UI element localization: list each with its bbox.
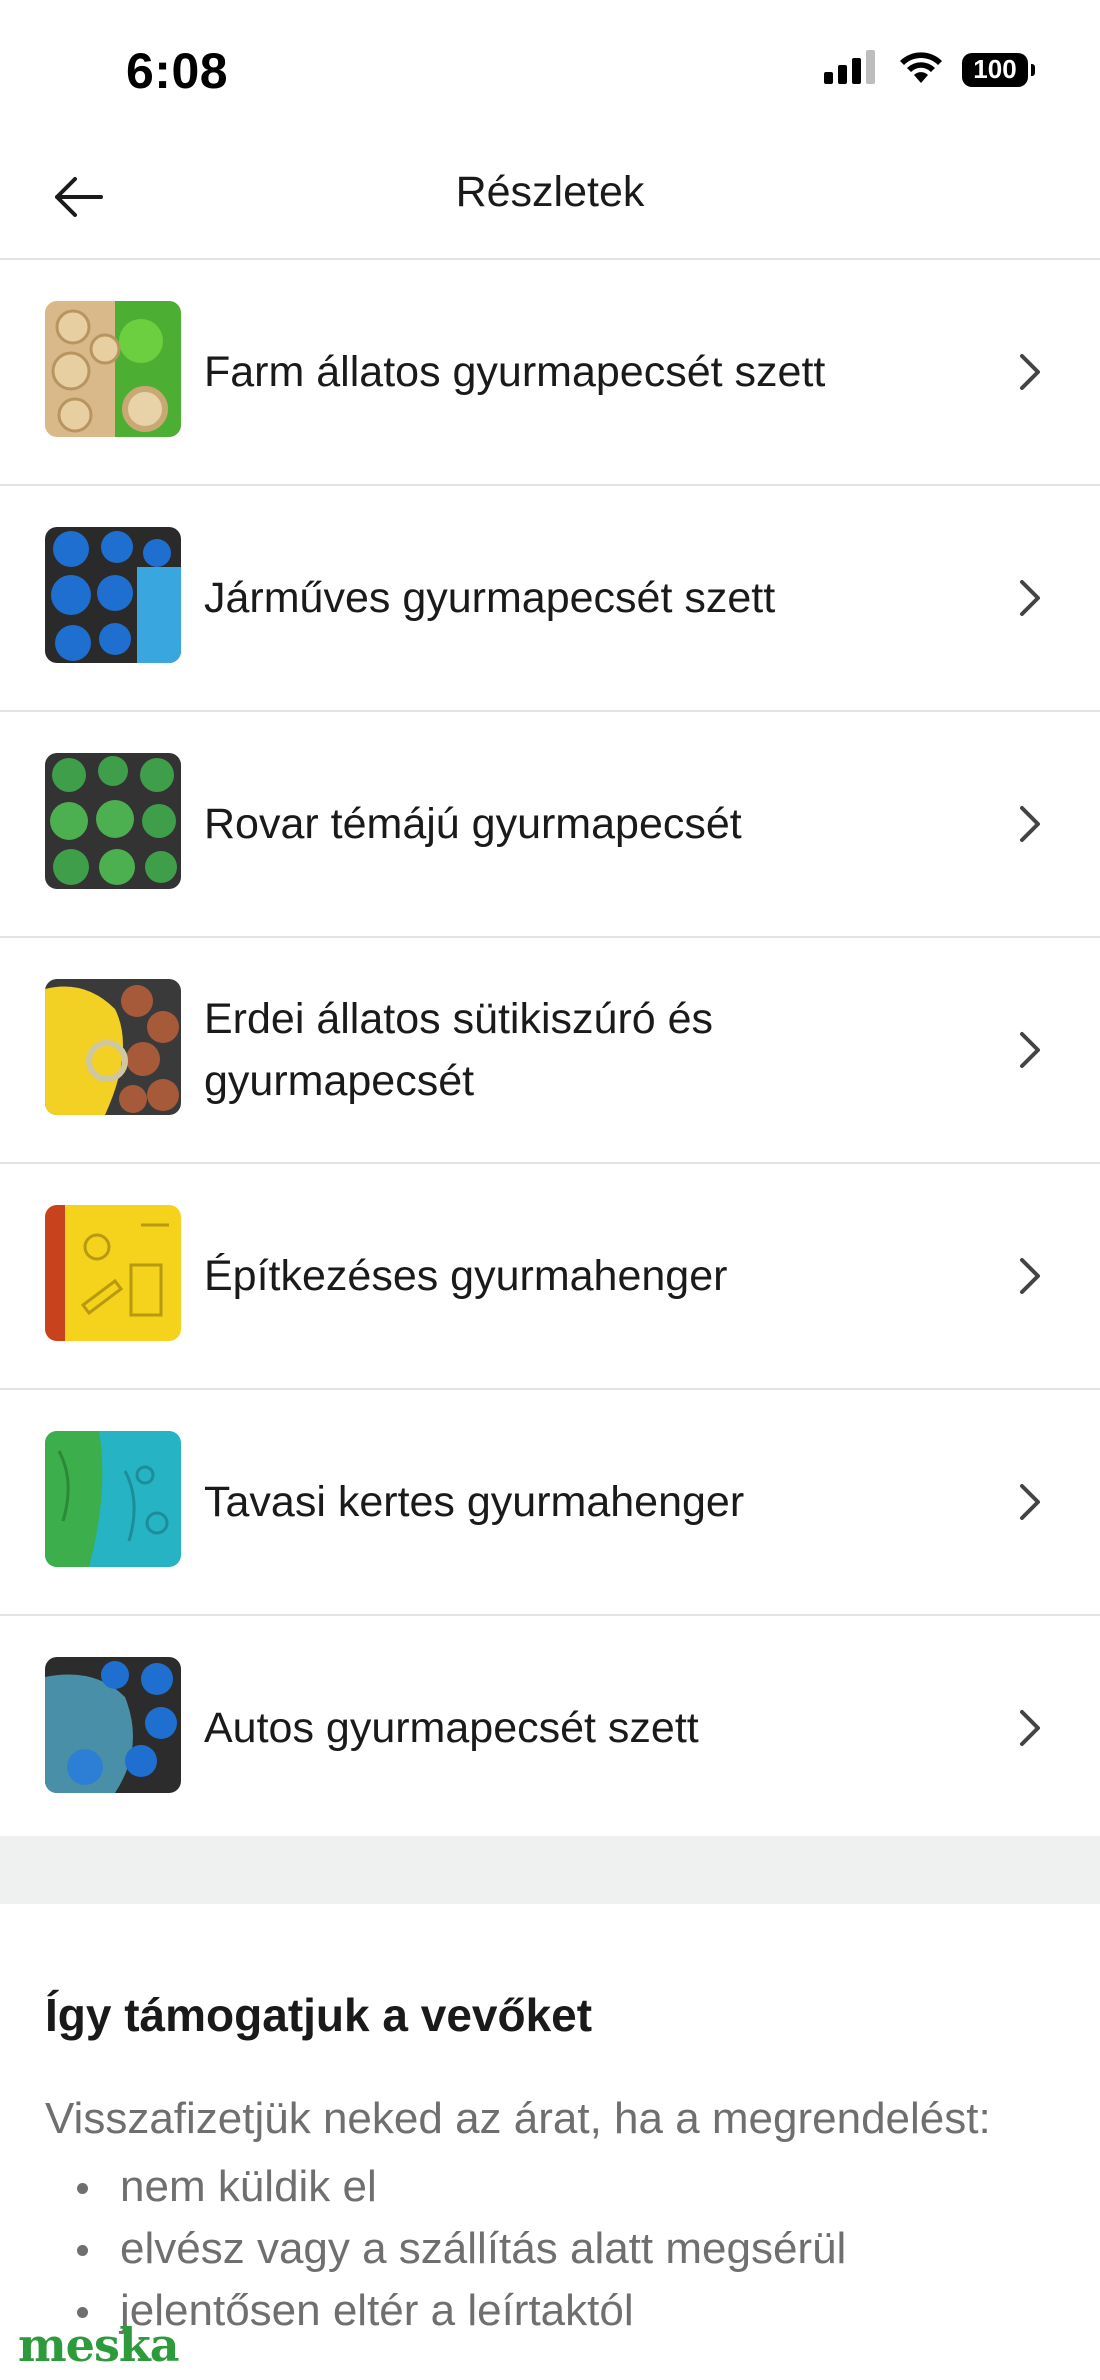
chevron-right-icon [1012,1706,1048,1750]
meska-watermark-logo: meska [18,2318,180,2372]
header: Részletek [0,140,1100,260]
list-item[interactable]: Rovar témájú gyurmapecsét [0,712,1100,938]
page-title: Részletek [455,168,645,216]
list-item[interactable]: Erdei állatos sütikiszúró és gyurmapecsé… [0,938,1100,1164]
list-item[interactable]: Autos gyurmapecsét szett [0,1616,1100,1842]
list-item[interactable]: Tavasi kertes gyurmahenger [0,1390,1100,1616]
bullet-item: nem küldik el [45,2156,846,2218]
product-thumbnail [45,1431,181,1567]
product-thumbnail [45,301,181,437]
chevron-right-icon [1012,350,1048,394]
battery-icon: 100 [962,52,1035,87]
chevron-right-icon [1012,1480,1048,1524]
section-title: Így támogatjuk a vevőket [45,1989,593,2041]
item-label: Autos gyurmapecsét szett [204,1704,699,1752]
list-item[interactable]: Járműves gyurmapecsét szett [0,486,1100,712]
item-label: Járműves gyurmapecsét szett [204,574,776,622]
product-thumbnail [45,1205,181,1341]
section-divider-band [0,1836,1100,1904]
bullet-item: elvész vagy a szállítás alatt megsérül [45,2218,846,2280]
product-thumbnail [45,527,181,663]
item-label: Erdei állatos sütikiszúró és gyurmapecsé… [204,995,714,1105]
product-thumbnail [45,1657,181,1793]
status-bar: 6:08 100 [0,0,1100,140]
chevron-right-icon [1012,576,1048,620]
item-label: Rovar témájú gyurmapecsét [204,800,742,848]
list-item[interactable]: Farm állatos gyurmapecsét szett [0,260,1100,486]
item-label: Farm állatos gyurmapecsét szett [204,348,826,396]
status-time: 6:08 [126,43,229,99]
chevron-right-icon [1012,1254,1048,1298]
wifi-icon [898,50,944,89]
chevron-right-icon [1012,1028,1048,1072]
status-icons: 100 [824,50,1035,89]
signal-icon [824,50,880,89]
product-thumbnail [45,753,181,889]
list-item[interactable]: Építkezéses gyurmahenger [0,1164,1100,1390]
bullet-list: nem küldik el elvész vagy a szállítás al… [45,2156,846,2342]
chevron-right-icon [1012,802,1048,846]
section-intro: Visszafizetjük neked az árat, ha a megre… [45,2094,991,2143]
product-thumbnail [45,979,181,1115]
product-list: Farm állatos gyurmapecsét szett Járműves… [0,260,1100,1842]
buyer-protection-section: Így támogatjuk a vevőket Visszafizetjük … [0,1904,1100,2380]
item-label: Tavasi kertes gyurmahenger [204,1478,745,1526]
item-label: Építkezéses gyurmahenger [204,1252,728,1300]
